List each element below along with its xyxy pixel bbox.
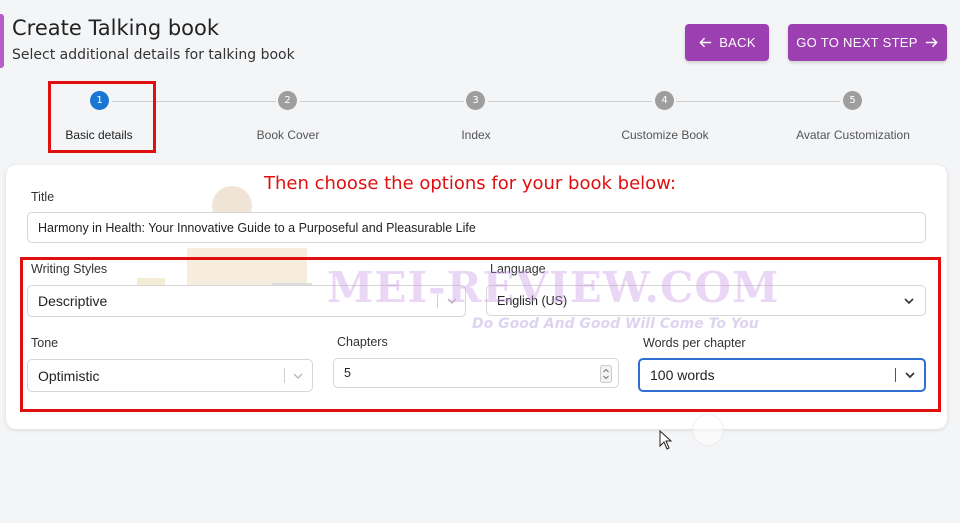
click-ripple: [692, 414, 724, 446]
next-step-button-label: GO TO NEXT STEP: [796, 35, 918, 50]
header-accent-bar: [0, 14, 4, 68]
title-input[interactable]: Harmony in Health: Your Innovative Guide…: [27, 212, 926, 243]
page-title: Create Talking book: [12, 16, 220, 40]
stepper-connector: [676, 101, 840, 102]
mouse-cursor-icon: [659, 430, 673, 450]
arrow-left-icon: [699, 37, 712, 48]
step-3-label[interactable]: Index: [396, 128, 556, 142]
fields-highlight-box: [20, 257, 941, 412]
step-4-indicator[interactable]: 4: [655, 91, 674, 110]
step-2-label[interactable]: Book Cover: [208, 128, 368, 142]
page-subtitle: Select additional details for talking bo…: [12, 47, 295, 63]
step-highlight-box: [48, 81, 156, 153]
title-label: Title: [31, 190, 55, 204]
instruction-annotation: Then choose the options for your book be…: [264, 173, 676, 194]
step-5-label[interactable]: Avatar Customization: [773, 128, 933, 142]
next-step-button[interactable]: GO TO NEXT STEP: [788, 24, 947, 61]
stepper-connector: [300, 101, 464, 102]
step-5-indicator[interactable]: 5: [843, 91, 862, 110]
back-button[interactable]: BACK: [685, 24, 769, 61]
arrow-right-icon: [925, 37, 938, 48]
stepper-connector: [488, 101, 652, 102]
back-button-label: BACK: [719, 35, 756, 50]
step-4-label[interactable]: Customize Book: [585, 128, 745, 142]
step-3-indicator[interactable]: 3: [466, 91, 485, 110]
title-value: Harmony in Health: Your Innovative Guide…: [38, 220, 476, 235]
step-2-indicator[interactable]: 2: [278, 91, 297, 110]
